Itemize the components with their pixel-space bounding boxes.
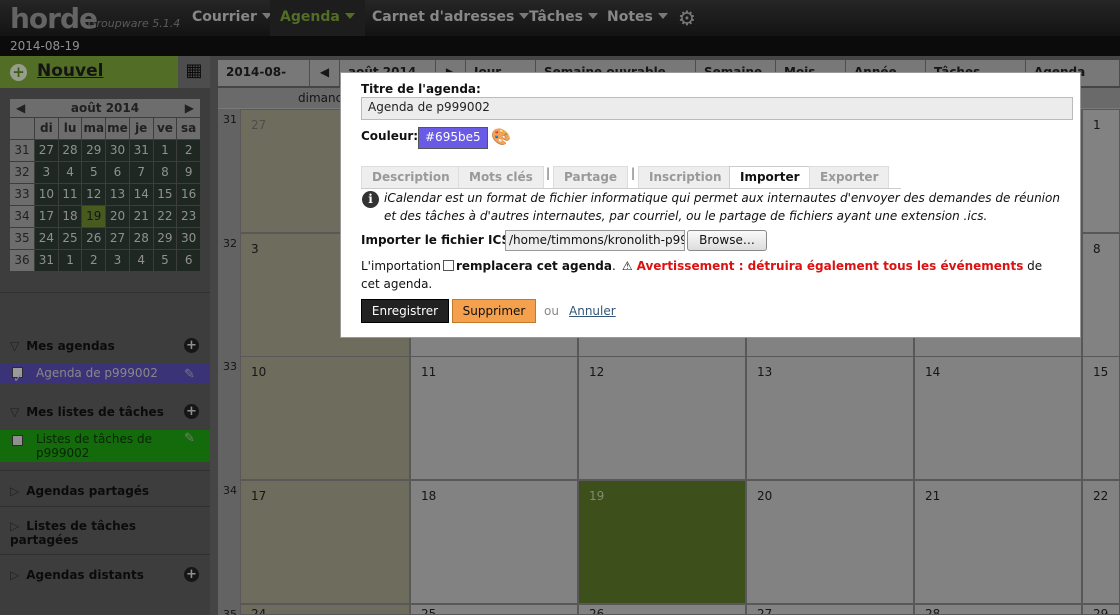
tab-separator: |: [631, 166, 636, 180]
import-prefix: L'importation: [361, 259, 441, 273]
import-options: L'importation remplacera cet agenda. ⚠ Aver…: [361, 259, 1043, 291]
color-input[interactable]: #695be5: [418, 127, 488, 149]
tab-partage[interactable]: Partage: [553, 166, 629, 188]
title-label: Titre de l'agenda:: [361, 82, 481, 96]
warning-text: détruira également tous les événements: [747, 259, 1024, 273]
delete-button[interactable]: Supprimer: [452, 299, 536, 323]
tab-exporter[interactable]: Exporter: [809, 166, 890, 188]
browse-button[interactable]: Browse…: [687, 230, 767, 251]
tab-mots-cles[interactable]: Mots clés: [458, 166, 544, 188]
cancel-link[interactable]: Annuler: [569, 304, 616, 318]
calendar-title-input[interactable]: Agenda de p999002: [361, 97, 1073, 120]
save-button[interactable]: Enregistrer: [361, 299, 449, 323]
info-icon: i: [362, 191, 379, 208]
tab-description[interactable]: Description: [361, 166, 461, 188]
tab-importer[interactable]: Importer: [729, 166, 811, 188]
warning-icon: ⚠: [621, 259, 633, 273]
warning-separator: :: [734, 259, 748, 273]
calendar-edit-dialog: Titre de l'agenda: Agenda de p999002 Cou…: [340, 72, 1081, 338]
replace-label: remplacera cet agenda: [455, 259, 612, 273]
warning-label: Avertissement: [636, 259, 735, 273]
or-text: ou: [544, 304, 559, 318]
tab-separator: |: [546, 166, 551, 180]
color-label: Couleur:: [361, 129, 419, 143]
file-path-input[interactable]: /home/timmons/kronolith-p999002.ics: [505, 230, 685, 251]
tab-inscription[interactable]: Inscription: [638, 166, 733, 188]
import-info-text: iCalendar est un format de fichier infor…: [384, 191, 1060, 223]
replace-checkbox[interactable]: [442, 260, 454, 271]
color-picker-icon[interactable]: 🎨: [491, 127, 511, 146]
import-file-label: Importer le fichier ICS:: [361, 233, 515, 247]
